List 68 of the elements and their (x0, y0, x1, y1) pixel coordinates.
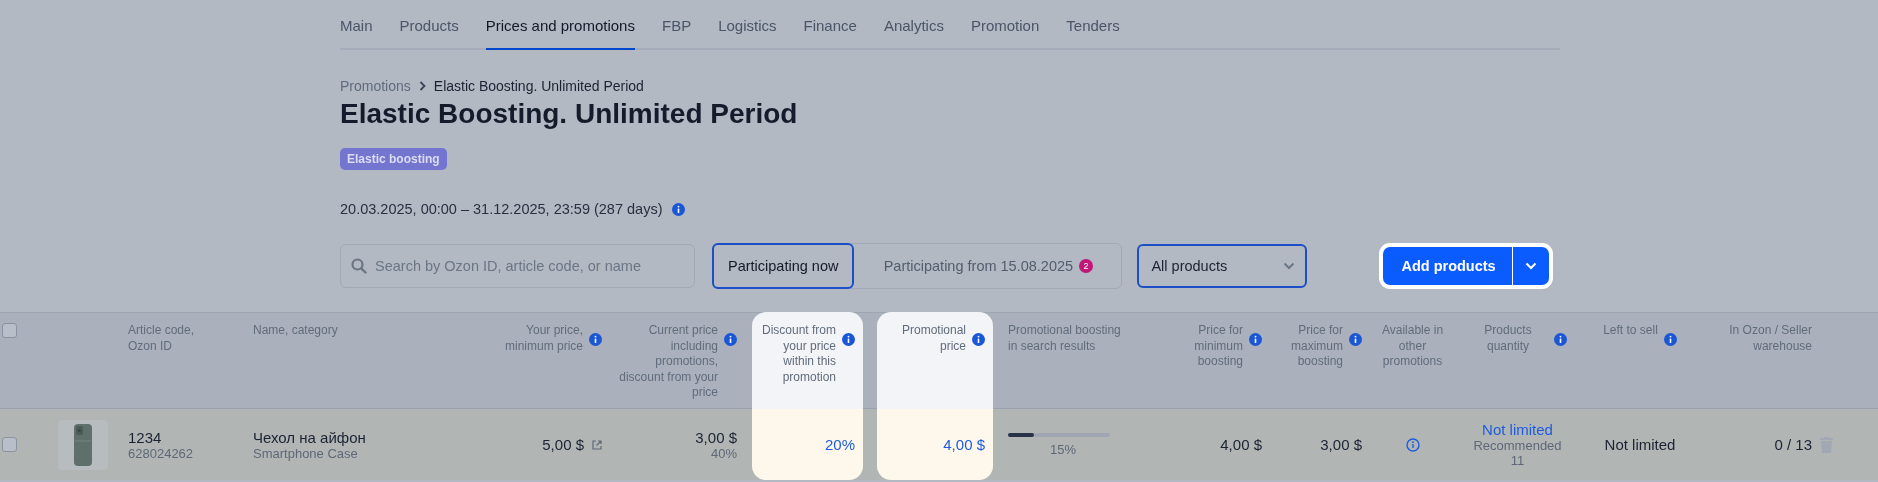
ozon-id: 628024262 (128, 445, 195, 461)
nav-tab[interactable]: Promotion (970, 0, 1040, 50)
column-header-label: Price for maximum boosting (1290, 323, 1343, 370)
add-products-button[interactable]: Add products (1383, 247, 1512, 285)
info-icon[interactable] (1663, 333, 1677, 346)
product-category: Smartphone Case (253, 445, 358, 461)
current-price: 3,00 $ (695, 428, 737, 446)
checkbox[interactable] (2, 323, 17, 338)
dropdown-button[interactable] (1511, 247, 1549, 285)
info-icon[interactable] (1349, 333, 1362, 346)
promotional-price: 4,00 $ (943, 436, 985, 453)
chevron-down-icon (1524, 262, 1537, 270)
nav-tab[interactable]: Prices and promotions (485, 0, 635, 50)
count-badge: 2 (1079, 259, 1094, 273)
info-icon[interactable] (672, 202, 686, 216)
current-discount: 40% (710, 445, 737, 461)
quantity-link[interactable]: Not limited (1482, 421, 1553, 438)
column-header-label: Promotional price (900, 323, 966, 354)
search-field[interactable]: Search by Ozon ID, article code, or name (340, 244, 695, 288)
column-header-label: In Ozon / Seller warehouse (1728, 323, 1812, 354)
recommended-label: Recommended (1473, 438, 1562, 453)
nav-tab[interactable]: Logistics (718, 0, 777, 50)
info-icon[interactable] (972, 333, 985, 346)
info-icon[interactable] (1405, 437, 1420, 452)
promotion-type-tag: Elastic boosting (340, 148, 447, 170)
info-icon[interactable] (589, 333, 602, 346)
left-to-sell: Not limited (1604, 436, 1676, 453)
promotion-period: 20.03.2025, 00:00 – 31.12.2025, 23:59 (287 days) (340, 201, 663, 217)
segment-tab[interactable]: Participating now (712, 243, 855, 289)
info-icon[interactable] (1249, 333, 1262, 346)
column-header-label: Left to sell (1603, 323, 1658, 339)
nav-tab[interactable]: Main (340, 0, 373, 50)
products-dropdown[interactable]: All products (1137, 244, 1308, 288)
column-header-label: Your price, minimum price (504, 323, 583, 354)
breadcrumb-current: Elastic Boosting. Unlimited Period (433, 78, 644, 94)
column-header-label: Products quantity (1483, 323, 1533, 354)
breadcrumb-link[interactable]: Promotions (340, 78, 411, 94)
boosting-percent: 15% (1050, 441, 1078, 457)
nav-tab[interactable]: Analytics (883, 0, 944, 50)
chevron-down-icon (1283, 262, 1296, 270)
column-header-label: Current price including promotions, discount from your price (618, 323, 718, 401)
warehouse-stock: 0 / 13 (1774, 436, 1812, 453)
info-icon[interactable] (1554, 333, 1567, 346)
chevron-right-icon (418, 81, 426, 91)
column-header-label: Article code, Ozon ID (128, 323, 196, 354)
product-name: Чехол на айфон (253, 428, 367, 446)
nav-tab[interactable]: Tenders (1066, 0, 1120, 50)
page-title: Elastic Boosting. Unlimited Period (340, 98, 799, 130)
checkbox[interactable] (2, 437, 17, 452)
nav-tab[interactable]: Finance (803, 0, 857, 50)
article-code: 1234 (128, 428, 163, 446)
column-header-label: Discount from your price within this promotion (760, 323, 836, 385)
your-price: 5,00 $ (542, 436, 584, 453)
nav-tab[interactable]: Products (399, 0, 459, 50)
min-boosting-price: 4,00 $ (1220, 436, 1262, 453)
discount-value: 20% (824, 436, 855, 453)
column-header-label: Promotional boosting in search results (1008, 323, 1122, 354)
column-header-label: Available in other promotions (1380, 323, 1445, 370)
nav-tab[interactable]: FBP (661, 0, 692, 50)
column-header-label: Price for minimum boosting (1193, 323, 1243, 370)
search-icon (351, 258, 367, 274)
column-header-label: Name, category (253, 323, 338, 339)
info-icon[interactable] (724, 333, 737, 346)
segment-tab[interactable]: Participating from 15.08.2025 2 (852, 243, 1123, 289)
max-boosting-price: 3,00 $ (1320, 436, 1362, 453)
external-link-icon[interactable] (592, 439, 602, 450)
info-icon[interactable] (842, 333, 855, 346)
recommended-value: 11 (1510, 453, 1525, 468)
